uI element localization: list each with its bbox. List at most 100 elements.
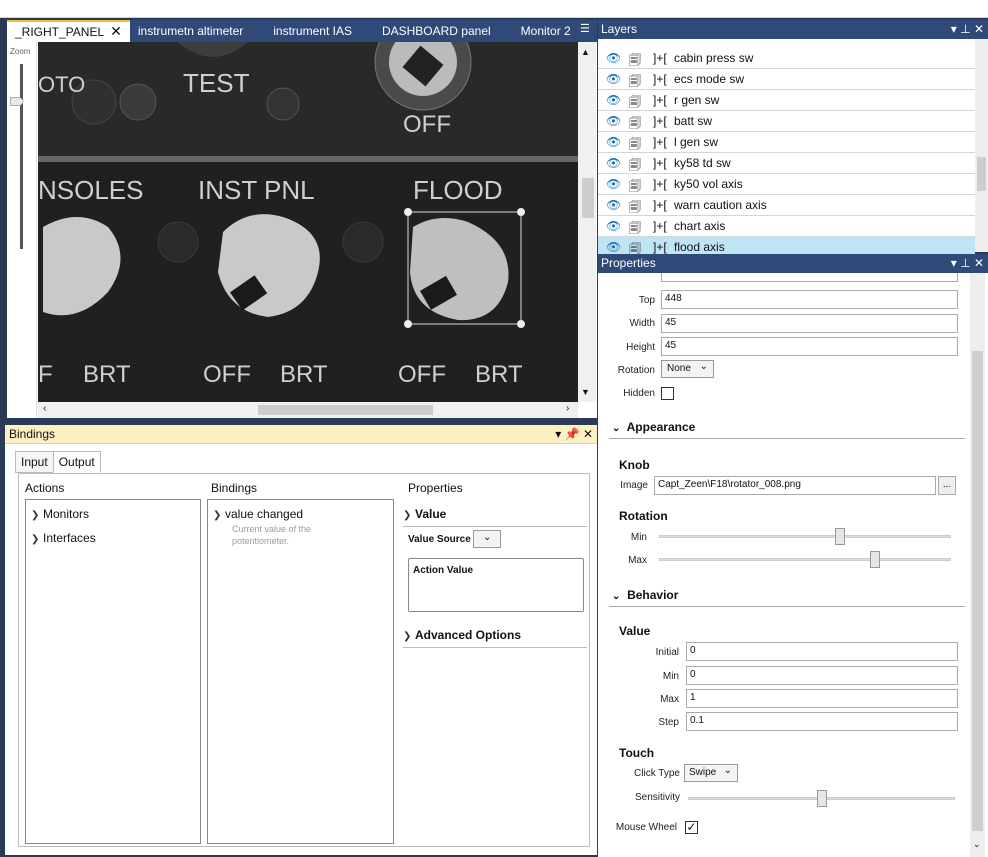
snap-icon[interactable]: ]+[ xyxy=(653,156,667,170)
chevron-right-icon[interactable]: ❯ xyxy=(31,534,43,545)
chevron-right-icon[interactable]: ❯ xyxy=(31,510,43,521)
rotation-min-slider[interactable] xyxy=(659,535,951,538)
dropdown-icon[interactable]: ▾ xyxy=(555,427,561,441)
bindings-title: Bindings xyxy=(9,427,56,441)
layer-row[interactable]: 👁 🗐]+[batt sw xyxy=(598,111,975,132)
action-value-box[interactable]: Action Value xyxy=(408,558,584,612)
chevron-right-icon[interactable]: ❯ xyxy=(213,510,225,521)
initial-label: Initial xyxy=(655,647,679,658)
value-min-input[interactable]: 0 xyxy=(686,666,958,685)
tab-altimeter[interactable]: instrumetn altimeter xyxy=(130,20,251,42)
layer-row[interactable]: 👁 🗐]+[warn caution axis xyxy=(598,195,975,216)
appearance-section[interactable]: ⌄ Appearance xyxy=(612,420,695,434)
rotation-select[interactable]: None ⌄ xyxy=(661,360,714,378)
tab-monitor-2[interactable]: Monitor 2 xyxy=(513,20,579,42)
close-icon[interactable]: ✕ xyxy=(974,22,984,36)
tab-output[interactable]: Output xyxy=(52,451,101,473)
behavior-section[interactable]: ⌄ Behavior xyxy=(612,588,678,602)
layer-row[interactable]: 👁 🗐]+[l gen sw xyxy=(598,132,975,153)
layers-scrollbar[interactable] xyxy=(975,39,988,252)
tree-label: Monitors xyxy=(43,507,90,521)
snap-icon[interactable]: ]+[ xyxy=(653,198,667,212)
tab-input[interactable]: Input xyxy=(15,451,54,473)
pin-icon[interactable]: ⊥ xyxy=(960,22,970,36)
advanced-options-section[interactable]: ❯ Advanced Options xyxy=(403,628,521,642)
action-value-label: Action Value xyxy=(413,565,474,576)
eye-icon[interactable]: 👁 xyxy=(606,93,621,107)
click-type-value: Swipe xyxy=(689,767,717,778)
hidden-checkbox[interactable] xyxy=(661,387,674,400)
scroll-thumb[interactable] xyxy=(972,351,983,831)
left-input-cut[interactable] xyxy=(661,273,958,282)
snap-icon[interactable]: ]+[ xyxy=(653,219,667,233)
layer-row[interactable]: 👁 🗐]+[ky50 vol axis xyxy=(598,174,975,195)
eye-icon[interactable]: 👁 xyxy=(606,51,621,65)
rotation-max-thumb[interactable] xyxy=(870,551,881,568)
zoom-track[interactable] xyxy=(20,64,23,249)
eye-icon[interactable]: 👁 xyxy=(606,240,621,254)
top-input[interactable]: 448 xyxy=(661,290,958,309)
layer-name: ecs mode sw xyxy=(674,72,745,86)
divider xyxy=(403,647,587,648)
properties-scrollbar[interactable]: ⌄ xyxy=(970,273,985,857)
pin-icon[interactable]: ⊥ xyxy=(960,256,970,270)
browse-button[interactable]: ... xyxy=(938,476,956,495)
eye-icon[interactable]: 👁 xyxy=(606,198,621,212)
tab-dashboard[interactable]: DASHBOARD panel xyxy=(374,20,499,42)
close-icon[interactable]: ✕ xyxy=(583,427,593,441)
image-input[interactable]: Capt_Zeen\F18\rotator_008.png xyxy=(654,476,936,495)
snap-icon[interactable]: ]+[ xyxy=(653,72,667,86)
layer-row[interactable]: 👁 🗐]+[r gen sw xyxy=(598,90,975,111)
tree-item-monitors[interactable]: ❯ Monitors xyxy=(31,507,89,521)
tab-ias[interactable]: instrument IAS xyxy=(265,20,360,42)
chevron-down-icon[interactable]: ❯ xyxy=(403,510,415,521)
eye-icon[interactable]: 👁 xyxy=(606,156,621,170)
eye-icon[interactable]: 👁 xyxy=(606,114,621,128)
layer-row[interactable]: 👁 🗐]+[chart axis xyxy=(598,216,975,237)
divider xyxy=(609,606,965,607)
snap-icon[interactable]: ]+[ xyxy=(653,135,667,149)
rotation-min-thumb[interactable] xyxy=(835,528,846,545)
close-icon[interactable]: ✕ xyxy=(974,256,984,270)
value-section[interactable]: ❯ Value xyxy=(403,507,446,521)
step-input[interactable]: 0.1 xyxy=(686,712,958,731)
value-max-input[interactable]: 1 xyxy=(686,689,958,708)
snap-icon[interactable]: ]+[ xyxy=(653,51,667,65)
value-source-select[interactable]: ⌄ xyxy=(473,530,501,548)
width-input[interactable]: 45 xyxy=(661,314,958,333)
click-type-select[interactable]: Swipe ⌄ xyxy=(684,764,738,782)
tree-item-interfaces[interactable]: ❯ Interfaces xyxy=(31,531,96,545)
panel-image-svg: TEST OFF NSOLES INST PNL FLOOD F BRT OFF… xyxy=(38,42,578,402)
snap-icon[interactable]: ]+[ xyxy=(653,114,667,128)
eye-icon[interactable]: 👁 xyxy=(606,219,621,233)
close-icon[interactable]: ✕ xyxy=(110,23,122,39)
chevron-down-icon[interactable]: ⌄ xyxy=(973,839,981,850)
snap-icon[interactable]: ]+[ xyxy=(653,93,667,107)
eye-icon[interactable]: 👁 xyxy=(606,135,621,149)
properties-header-buttons: ▾ ⊥ ✕ xyxy=(951,254,984,273)
tab-right-panel[interactable]: _RIGHT_PANEL ✕ xyxy=(7,20,130,42)
snap-icon[interactable]: ]+[ xyxy=(653,240,667,254)
eye-icon[interactable]: 👁 xyxy=(606,72,621,86)
canvas-horizontal-scrollbar[interactable]: ‹ › xyxy=(38,402,578,418)
binding-title: value changed xyxy=(225,507,304,521)
height-input[interactable]: 45 xyxy=(661,337,958,356)
rotation-min-label: Min xyxy=(630,532,647,543)
mouse-wheel-checkbox[interactable]: ✓ xyxy=(685,821,698,834)
canvas-vertical-scrollbar[interactable]: ▲ ▼ xyxy=(578,42,596,402)
dropdown-icon[interactable]: ▾ xyxy=(951,256,957,270)
pin-icon[interactable]: 📌 xyxy=(565,427,580,441)
tab-dropdown-icon[interactable]: ☰ xyxy=(580,22,590,35)
layer-row[interactable]: 👁 🗐]+[ky58 td sw xyxy=(598,153,975,174)
eye-icon[interactable]: 👁 xyxy=(606,177,621,191)
chevron-right-icon[interactable]: ❯ xyxy=(403,631,415,642)
sensitivity-thumb[interactable] xyxy=(816,790,827,807)
rotation-max-slider[interactable] xyxy=(659,558,951,561)
layer-name: flood axis xyxy=(674,240,725,254)
layer-row[interactable]: 👁 🗐]+[ecs mode sw xyxy=(598,69,975,90)
initial-input[interactable]: 0 xyxy=(686,642,958,661)
snap-icon[interactable]: ]+[ xyxy=(653,177,667,191)
dropdown-icon[interactable]: ▾ xyxy=(951,22,957,36)
binding-item[interactable]: ❯ value changed xyxy=(213,507,303,521)
layer-row[interactable]: 👁 🗐]+[cabin press sw xyxy=(598,48,975,69)
